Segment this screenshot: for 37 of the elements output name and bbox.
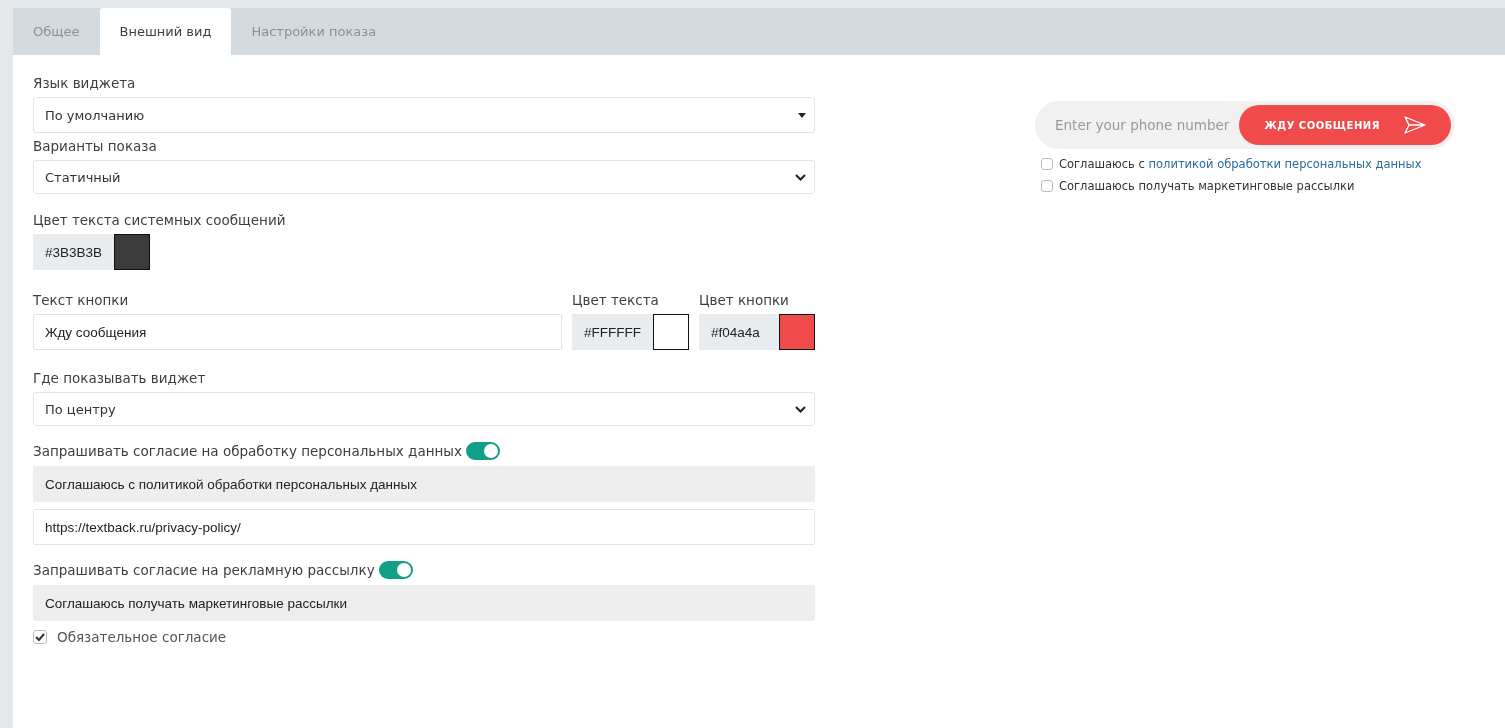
caret-icon — [798, 112, 806, 118]
field-label: Текст кнопки — [33, 292, 130, 308]
send-button[interactable]: ЖДУ СООБЩЕНИЯ — [1239, 105, 1451, 145]
paper-plane-icon — [1403, 116, 1426, 134]
hex-field[interactable]: #f04a4a — [699, 314, 779, 350]
tab[interactable]: Внешний вид — [99, 8, 232, 55]
select-field[interactable]: По умолчанию — [33, 97, 815, 133]
policy-link[interactable]: политикой обработки персональных данных — [1148, 157, 1422, 171]
toggle-switch[interactable] — [378, 561, 413, 579]
select-field[interactable]: Статичный — [33, 160, 815, 194]
select-field[interactable]: По центру — [33, 392, 815, 426]
color-swatch[interactable] — [779, 314, 815, 350]
field-label: Варианты показа — [33, 138, 158, 154]
field-label: Запрашивать согласие на обработку персональных данных — [33, 443, 462, 459]
toggle-switch[interactable] — [466, 442, 500, 460]
hex-field[interactable]: #FFFFFF — [572, 314, 653, 350]
field-label: Цвет текста — [572, 292, 660, 308]
hex-field[interactable]: #3B3B3B — [33, 234, 115, 270]
checkbox-label: Обязательное согласие — [57, 629, 227, 645]
color-swatch[interactable] — [114, 234, 151, 270]
checkbox[interactable] — [1041, 180, 1053, 192]
consent-text-field[interactable]: Соглашаюсь с политикой обработки персональных данных — [33, 466, 815, 502]
field-label: Язык виджета — [33, 75, 137, 91]
consent-text-field[interactable]: Соглашаюсь получать маркетинговые рассылки — [33, 585, 815, 621]
consent-label: Соглашаюсь получать маркетинговые рассылки — [1059, 179, 1355, 193]
chevron-icon — [795, 405, 806, 413]
color-swatch[interactable] — [653, 314, 689, 350]
field-label: Запрашивать согласие на рекламную рассылку — [33, 562, 375, 578]
checkbox[interactable] — [33, 630, 47, 644]
checkbox[interactable] — [1041, 158, 1053, 170]
field-label: Где показывать виджет — [33, 370, 207, 386]
url-field[interactable]: https://textback.ru/privacy-policy/ — [33, 509, 815, 545]
button-text-field[interactable]: Жду сообщения — [33, 314, 562, 350]
field-label: Цвет текста системных сообщений — [33, 212, 287, 228]
chevron-icon — [795, 173, 806, 181]
consent-label: Соглашаюсь с политикой обработки персональных данных — [1059, 157, 1422, 171]
field-label: Цвет кнопки — [699, 292, 790, 308]
